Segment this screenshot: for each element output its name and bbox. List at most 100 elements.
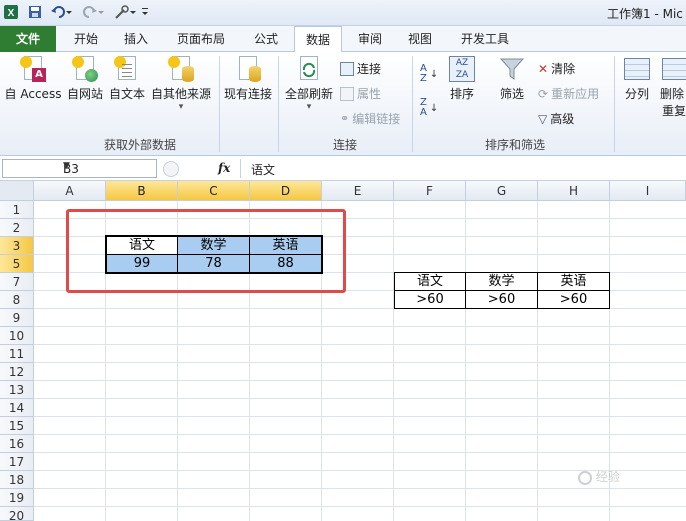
undo-icon[interactable] <box>48 3 74 21</box>
ribbon-tabs: 文件 开始 插入 页面布局 公式 数据 审阅 视图 开发工具 <box>0 26 686 53</box>
properties-button[interactable]: 属性 <box>340 85 381 102</box>
title-bar: X 工作簿1 - Mic <box>0 0 686 26</box>
column-header-g[interactable]: G <box>466 181 538 201</box>
group-label-connections: 连接 <box>332 138 357 152</box>
connections-button[interactable]: 连接 <box>340 60 381 77</box>
row-header-19[interactable]: 19 <box>0 489 34 507</box>
row-header-15[interactable]: 15 <box>0 417 34 435</box>
sort-button[interactable]: AZ ZA 排序 <box>444 56 480 102</box>
sort-dialog-icon: AZ ZA <box>449 56 475 82</box>
formula-input[interactable]: 语文 <box>240 159 686 178</box>
gridline <box>34 416 686 417</box>
remove-duplicates-button[interactable]: 删除 重复 <box>660 56 686 119</box>
tab-file[interactable]: 文件 <box>0 26 56 52</box>
column-header-f[interactable]: F <box>394 181 466 201</box>
cell-h7[interactable]: 英语 <box>537 272 610 291</box>
text-to-columns-button[interactable]: 分列 <box>618 56 656 102</box>
gridline <box>34 362 686 363</box>
edit-links-button[interactable]: ⚭ 编辑链接 <box>340 110 400 127</box>
gridline <box>34 344 686 345</box>
sort-ascending-button[interactable]: A Z ↓ <box>420 64 438 84</box>
cell-h8[interactable]: >60 <box>537 290 610 309</box>
filter-button[interactable]: 筛选 <box>494 56 530 102</box>
row-header-3[interactable]: 3 <box>0 237 34 255</box>
properties-icon <box>340 86 354 101</box>
connections-icon <box>340 61 354 76</box>
remove-duplicates-icon <box>662 56 686 82</box>
tab-insert[interactable]: 插入 <box>114 26 158 52</box>
refresh-all-button[interactable]: 全部刷新 ▾ <box>282 56 336 112</box>
gridline <box>34 326 686 327</box>
tab-page-layout[interactable]: 页面布局 <box>168 26 234 52</box>
reapply-button[interactable]: ⟳ 重新应用 <box>538 85 599 102</box>
tab-home[interactable]: 开始 <box>64 26 108 52</box>
row-header-5[interactable]: 5 <box>0 255 34 273</box>
name-box[interactable]: B3 ▼ <box>2 159 157 178</box>
row-header-20[interactable]: 20 <box>0 507 34 521</box>
sort-az-icon: AZ <box>420 63 427 84</box>
insert-function-icon[interactable]: fx <box>218 161 230 175</box>
from-text-button[interactable]: 自文本 <box>106 56 148 102</box>
quick-access-menu-icon[interactable] <box>140 3 150 21</box>
row-header-11[interactable]: 11 <box>0 345 34 363</box>
cell-g7[interactable]: 数学 <box>465 272 538 291</box>
tab-view[interactable]: 视图 <box>398 26 442 52</box>
highlight-box <box>66 209 346 293</box>
worksheet-grid[interactable]: A B C D E F G H I 1 2 3 5 7 8 9 10 11 12… <box>0 181 686 521</box>
tab-data[interactable]: 数据 <box>294 26 342 53</box>
row-header-8[interactable]: 8 <box>0 291 34 309</box>
ribbon: A 自 Access 自网站 自文本 自其他来源 ▾ 获取外部数据 现有连接 全… <box>0 52 686 156</box>
column-header-a[interactable]: A <box>34 181 106 201</box>
gridline <box>393 201 394 521</box>
gridline <box>34 398 686 399</box>
group-separator <box>278 56 279 152</box>
tab-review[interactable]: 审阅 <box>348 26 392 52</box>
gridline <box>34 452 686 453</box>
save-icon[interactable] <box>26 3 44 21</box>
existing-connections-button[interactable]: 现有连接 <box>222 56 274 102</box>
formula-bar-expand-icon[interactable] <box>163 161 179 177</box>
clear-filter-button[interactable]: ✕ 清除 <box>538 60 575 77</box>
cell-g8[interactable]: >60 <box>465 290 538 309</box>
from-access-button[interactable]: A 自 Access <box>4 56 62 102</box>
clear-filter-icon: ✕ <box>538 61 549 76</box>
column-header-d[interactable]: D <box>250 181 322 201</box>
sort-za-icon: ZA <box>420 97 427 118</box>
select-all-corner[interactable] <box>0 181 34 201</box>
row-header-10[interactable]: 10 <box>0 327 34 345</box>
from-web-button[interactable]: 自网站 <box>64 56 106 102</box>
column-header-e[interactable]: E <box>322 181 394 201</box>
row-header-18[interactable]: 18 <box>0 471 34 489</box>
sort-descending-button[interactable]: Z A ↓ <box>420 98 438 118</box>
cell-f7[interactable]: 语文 <box>394 272 466 291</box>
group-label-sort-filter: 排序和筛选 <box>484 138 545 152</box>
row-header-2[interactable]: 2 <box>0 219 34 237</box>
gridline <box>465 201 466 521</box>
database-icon <box>168 56 194 82</box>
row-header-14[interactable]: 14 <box>0 399 34 417</box>
column-header-h[interactable]: H <box>538 181 610 201</box>
row-header-13[interactable]: 13 <box>0 381 34 399</box>
from-other-sources-button[interactable]: 自其他来源 ▾ <box>148 56 214 112</box>
row-header-17[interactable]: 17 <box>0 453 34 471</box>
cell-f8[interactable]: >60 <box>394 290 466 309</box>
redo-icon[interactable] <box>80 3 106 21</box>
tab-developer[interactable]: 开发工具 <box>450 26 520 52</box>
row-header-7[interactable]: 7 <box>0 273 34 291</box>
row-header-9[interactable]: 9 <box>0 309 34 327</box>
advanced-filter-button[interactable]: ▽ 高级 <box>538 110 574 127</box>
gridline <box>34 506 686 507</box>
row-header-16[interactable]: 16 <box>0 435 34 453</box>
column-header-i[interactable]: I <box>610 181 686 201</box>
row-header-12[interactable]: 12 <box>0 363 34 381</box>
dropdown-arrow-icon: ▾ <box>178 102 184 112</box>
gridline <box>34 434 686 435</box>
tab-formulas[interactable]: 公式 <box>244 26 288 52</box>
column-header-c[interactable]: C <box>178 181 250 201</box>
row-header-1[interactable]: 1 <box>0 201 34 219</box>
advanced-filter-icon: ▽ <box>538 111 548 126</box>
watermark: 经验 <box>578 468 668 488</box>
svg-text:X: X <box>8 8 15 19</box>
customize-tools-icon[interactable] <box>112 3 138 21</box>
column-header-b[interactable]: B <box>106 181 178 201</box>
